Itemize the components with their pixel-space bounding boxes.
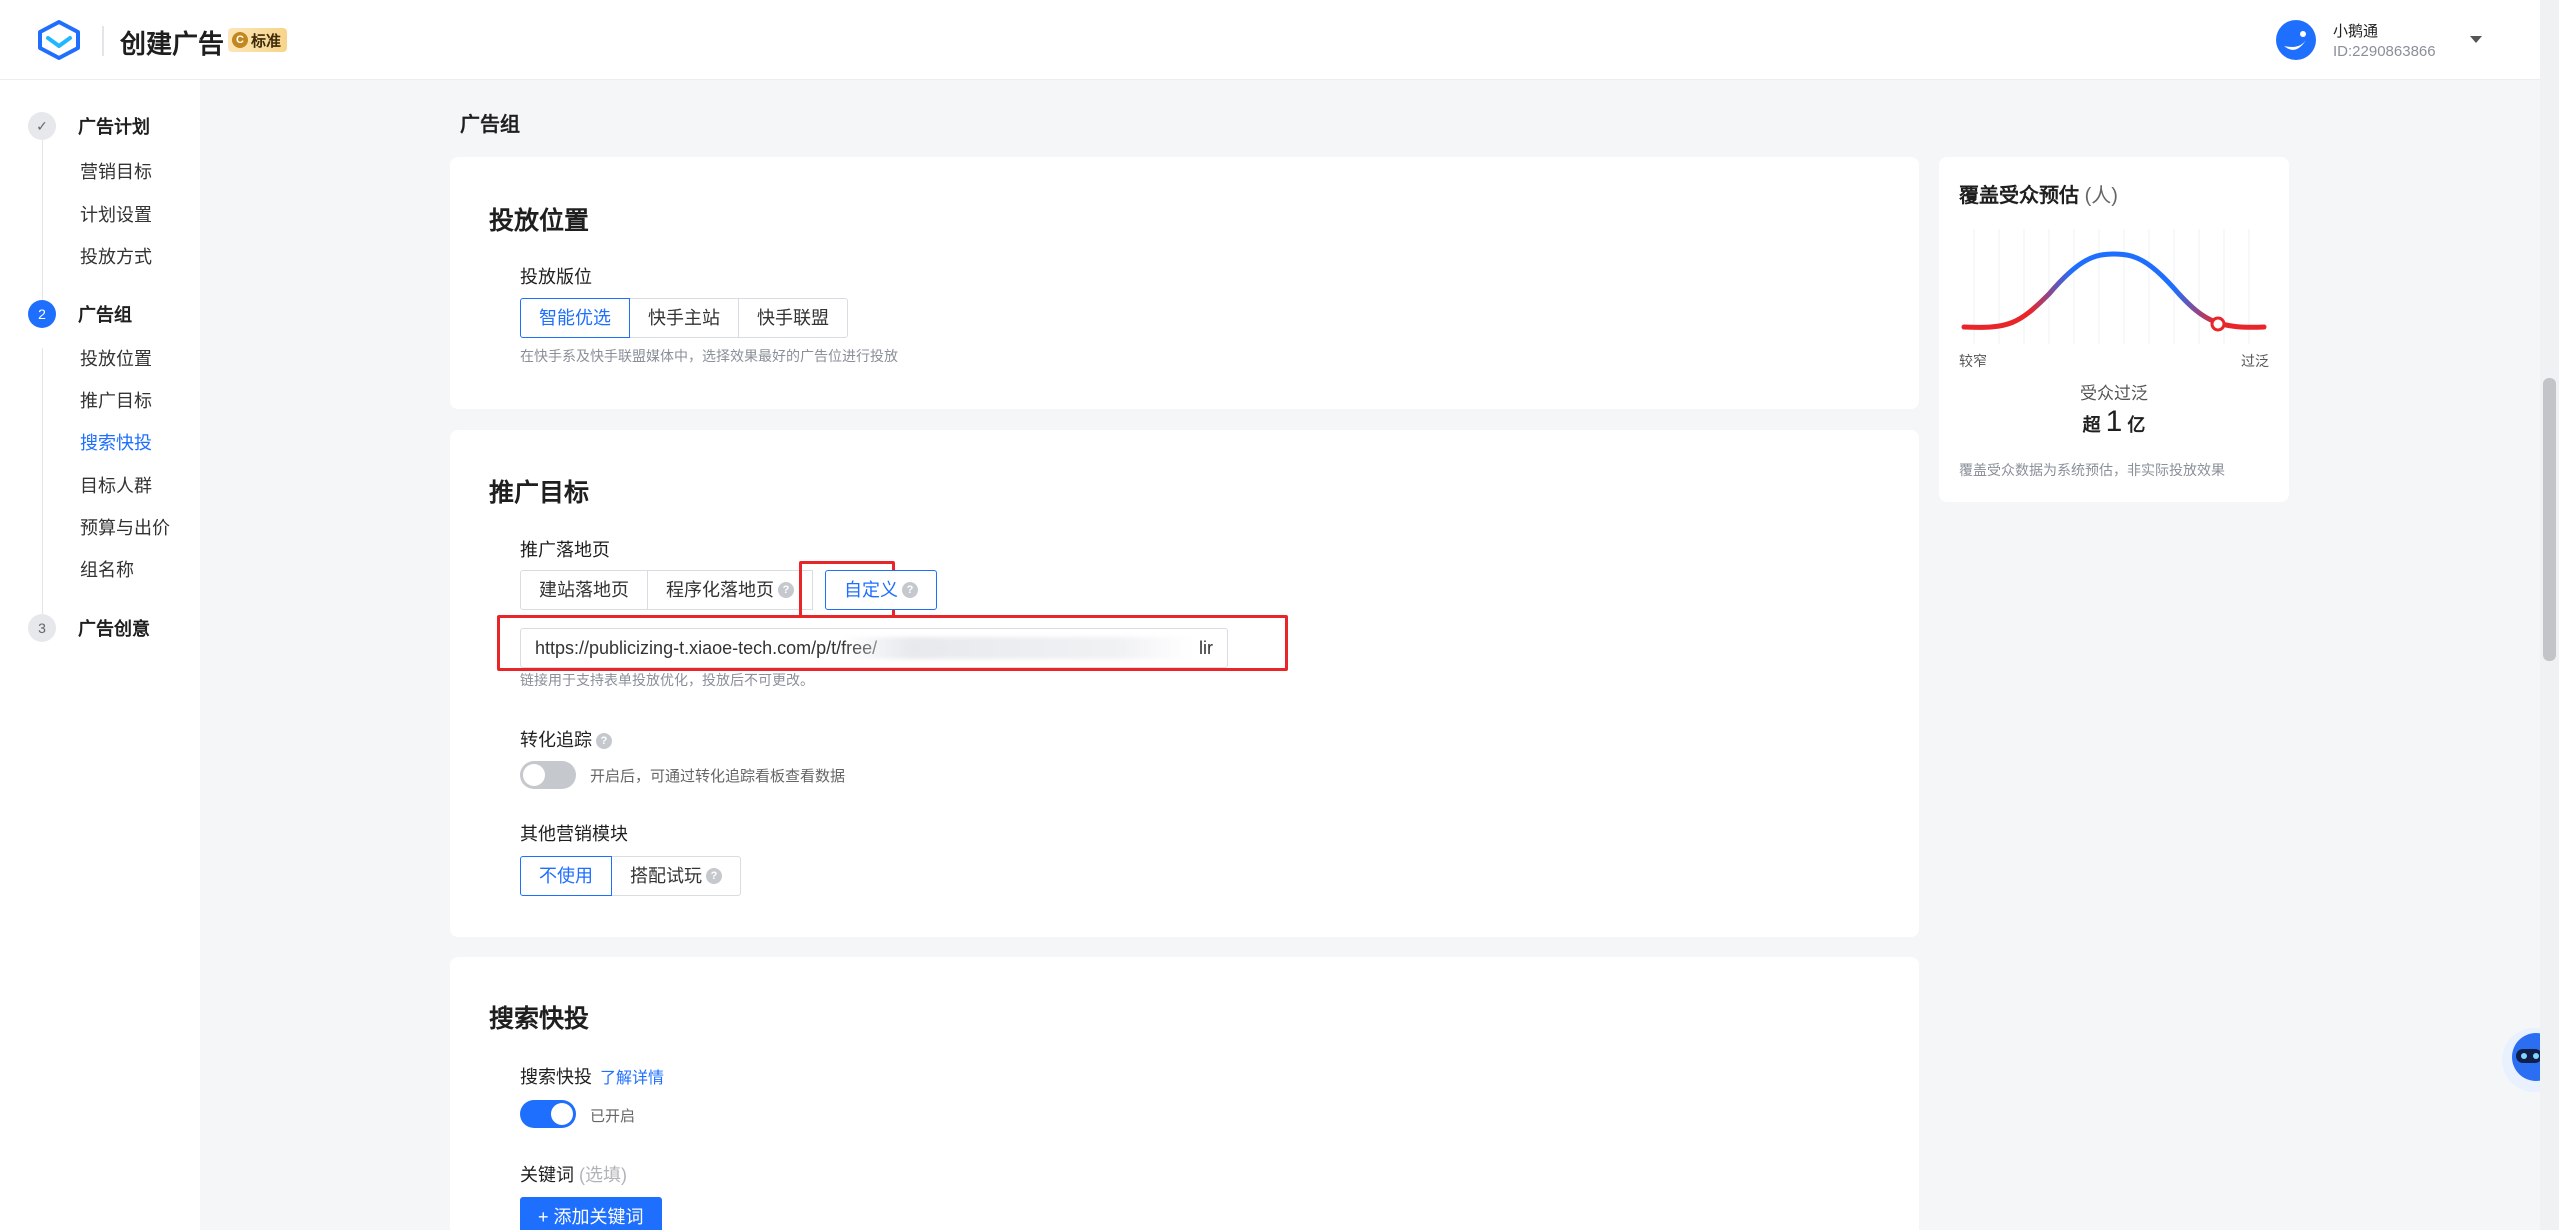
step-connector	[42, 140, 43, 313]
plan-badge: C 标准	[228, 28, 288, 52]
step-label: 广告创意	[78, 619, 150, 639]
avatar-icon	[2284, 31, 2306, 50]
field-label: 搜索快投 了解详情	[520, 1063, 664, 1089]
sidebar-item-group-name[interactable]: 组名称	[80, 556, 134, 582]
other-module-selector: 不使用 搭配试玩?	[520, 856, 741, 896]
option-not-use[interactable]: 不使用	[520, 856, 612, 896]
field-label: 关键词 (选填)	[520, 1161, 627, 1187]
badge-icon: C	[232, 32, 248, 48]
option-site-landing[interactable]: 建站落地页	[520, 570, 648, 610]
sidebar-item-target-audience[interactable]: 目标人群	[80, 472, 152, 498]
user-avatar[interactable]	[2276, 20, 2316, 60]
panel-title: 覆盖受众预估 (人)	[1959, 179, 2118, 208]
axis-label-narrow: 较窄	[1959, 353, 1987, 369]
assistant-bot-icon[interactable]	[2500, 1015, 2540, 1105]
conversion-tracking-toggle[interactable]	[520, 761, 576, 789]
option-custom[interactable]: 自定义?	[825, 570, 937, 610]
top-header: 创建广告 C 标准 小鹅通 ID:2290863866	[0, 0, 2540, 80]
header-divider	[102, 26, 104, 56]
step-number: 3	[28, 614, 56, 642]
count-prefix: 超	[2082, 415, 2101, 435]
axis-label-broad: 过泛	[2241, 353, 2269, 369]
step-sidebar: ✓ 广告计划 营销目标 计划设置 投放方式 2 广告组 投放位置 推广目标 搜索…	[0, 80, 200, 1230]
card-title: 搜索快投	[489, 1005, 590, 1033]
sidebar-item-delivery-method[interactable]: 投放方式	[80, 243, 152, 269]
sidebar-item-placement[interactable]: 投放位置	[80, 345, 152, 371]
scrollbar-thumb[interactable]	[2543, 378, 2556, 661]
check-icon: ✓	[28, 112, 56, 140]
audience-curve	[1961, 251, 2267, 330]
audience-status: 受众过泛	[2080, 384, 2148, 403]
option-label: 搭配试玩	[630, 866, 702, 886]
field-hint: 在快手系及快手联盟媒体中，选择效果最好的广告位进行投放	[520, 348, 898, 364]
badge-text: 标准	[251, 32, 282, 50]
sidebar-item-marketing-goal[interactable]: 营销目标	[80, 158, 152, 184]
landing-page-selector: 建站落地页 程序化落地页? 自定义?	[520, 570, 937, 610]
toggle-hint: 开启后，可通过转化追踪看板查看数据	[590, 768, 846, 785]
step-label: 广告组	[78, 305, 132, 325]
option-kuaishou-main[interactable]: 快手主站	[629, 298, 739, 338]
option-kuaishou-alliance[interactable]: 快手联盟	[738, 298, 848, 338]
sidebar-item-plan-settings[interactable]: 计划设置	[80, 201, 152, 227]
sidebar-item-promotion-target[interactable]: 推广目标	[80, 387, 152, 413]
option-playable[interactable]: 搭配试玩?	[611, 856, 741, 896]
tracking-label: 转化追踪	[520, 730, 592, 750]
count-unit: 亿	[2127, 415, 2146, 435]
help-icon[interactable]: ?	[706, 868, 722, 884]
step-label: 广告计划	[78, 117, 150, 137]
option-smart[interactable]: 智能优选	[520, 298, 630, 338]
sidebar-item-budget-bid[interactable]: 预算与出价	[80, 514, 170, 540]
panel-title-text: 覆盖受众预估	[1959, 185, 2079, 207]
option-label: 程序化落地页	[666, 580, 774, 600]
step-ad-group[interactable]: 2 广告组	[28, 300, 132, 328]
toggle-knob	[523, 764, 545, 786]
search-quick-toggle[interactable]	[520, 1100, 576, 1128]
chart-gridlines	[1973, 229, 2250, 344]
step-number: 2	[28, 300, 56, 328]
panel-note: 覆盖受众数据为系统预估，非实际投放效果	[1959, 462, 2225, 478]
sidebar-item-search-quick[interactable]: 搜索快投	[80, 429, 152, 455]
user-id: ID:2290863866	[2333, 43, 2436, 60]
step-ad-creative[interactable]: 3 广告创意	[28, 614, 150, 642]
search-quick-card: 搜索快投 搜索快投 了解详情 已开启 关键词 (选填) + 添加关键词	[450, 957, 1919, 1230]
highlight-box	[497, 615, 1288, 671]
help-icon[interactable]: ?	[596, 733, 612, 750]
toggle-hint: 已开启	[590, 1108, 636, 1125]
option-programmatic-landing[interactable]: 程序化落地页?	[647, 570, 813, 610]
chevron-down-icon[interactable]	[2470, 36, 2482, 43]
card-title: 投放位置	[489, 207, 590, 235]
audience-count: 超 1 亿	[1939, 405, 2289, 439]
option-label: 自定义	[844, 580, 898, 600]
page-title: 创建广告	[120, 29, 225, 59]
panel-title-unit: (人)	[2084, 185, 2118, 207]
search-quick-label: 搜索快投	[520, 1067, 592, 1087]
field-label: 其他营销模块	[520, 824, 628, 844]
field-hint: 链接用于支持表单投放优化，投放后不可更改。	[520, 672, 814, 688]
count-number: 1	[2105, 405, 2123, 438]
user-name[interactable]: 小鹅通	[2333, 20, 2378, 41]
optional-tag: (选填)	[579, 1165, 628, 1185]
placement-selector: 智能优选 快手主站 快手联盟	[520, 298, 848, 338]
app-logo-icon[interactable]	[36, 20, 82, 60]
help-icon[interactable]: ?	[778, 582, 794, 598]
audience-curve-chart	[1961, 229, 2267, 344]
add-keyword-button[interactable]: + 添加关键词	[520, 1197, 662, 1230]
current-position-marker	[2210, 316, 2226, 332]
field-label: 推广落地页	[520, 540, 610, 560]
page-scrollbar[interactable]	[2540, 0, 2559, 1230]
section-label: 广告组	[460, 114, 520, 136]
field-label: 投放版位	[520, 267, 592, 287]
step-connector	[42, 348, 43, 633]
toggle-knob	[551, 1103, 573, 1125]
field-label: 转化追踪?	[520, 726, 612, 752]
step-ad-plan[interactable]: ✓ 广告计划	[28, 112, 150, 140]
promotion-card: 推广目标 推广落地页 建站落地页 程序化落地页? 自定义? https://pu…	[450, 430, 1919, 937]
learn-more-link[interactable]: 了解详情	[600, 1070, 664, 1087]
card-title: 推广目标	[489, 479, 590, 507]
keywords-label: 关键词	[520, 1165, 574, 1185]
audience-estimate-panel: 覆盖受众预估 (人) 较窄 过泛 受众过泛 超 1 亿 覆盖受众数据为系统预估，…	[1939, 157, 2289, 502]
placement-card: 投放位置 投放版位 智能优选 快手主站 快手联盟 在快手系及快手联盟媒体中，选择…	[450, 157, 1919, 409]
help-icon[interactable]: ?	[902, 582, 918, 598]
